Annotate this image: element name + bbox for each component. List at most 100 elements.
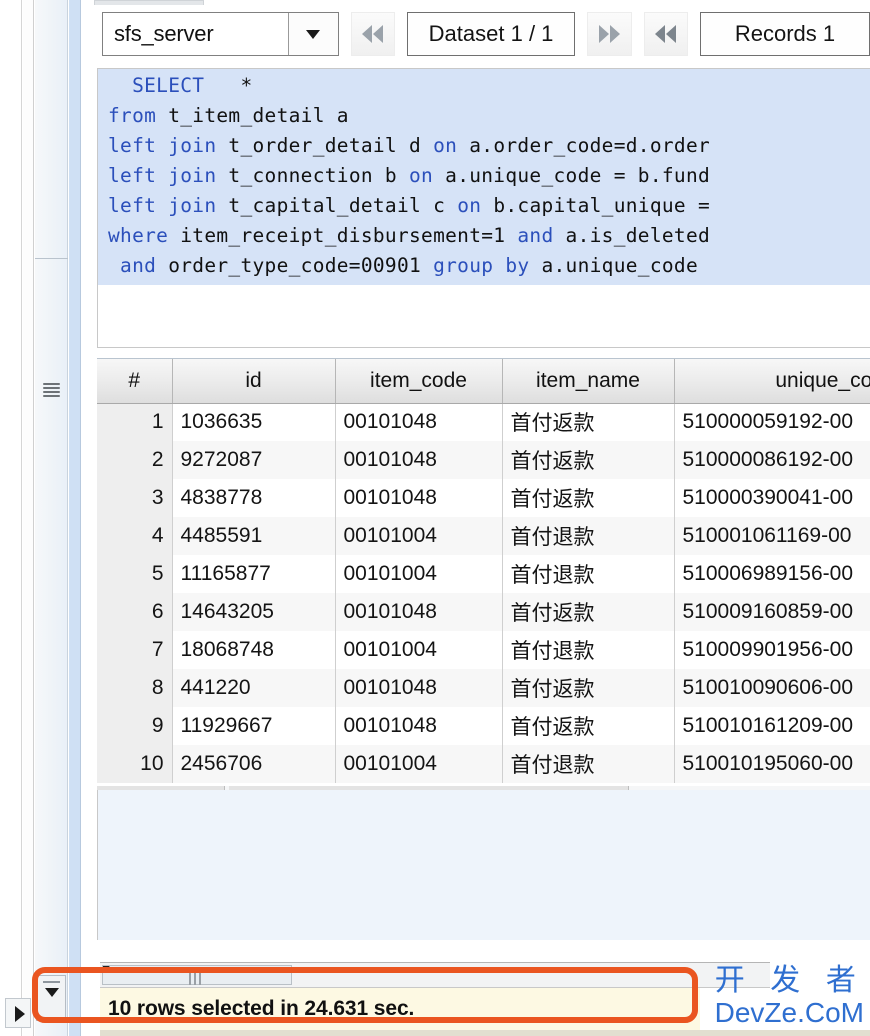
cell-item_name[interactable]: 首付返款 [502,479,674,517]
table-row[interactable]: 51116587700101004首付退款510006989156-00 [97,555,870,593]
cell-item_code[interactable]: 00101048 [335,593,502,631]
cell-item_name[interactable]: 首付退款 [502,555,674,593]
cell-item_code[interactable]: 00101004 [335,555,502,593]
cell-id[interactable]: 18068748 [172,631,335,669]
table-row[interactable]: 10245670600101004首付退款510010195060-00 [97,745,870,783]
left-blue-strip [69,0,81,1036]
cell-item_code[interactable]: 00101004 [335,517,502,555]
previous-dataset-button[interactable] [351,12,395,56]
cell-item_code[interactable]: 00101048 [335,707,502,745]
previous-records-button[interactable] [644,12,688,56]
cell-unique_code[interactable]: 510001061169-00 [674,517,870,555]
table-row[interactable]: 844122000101048首付返款510010090606-00 [97,669,870,707]
cell-unique_code[interactable]: 510010195060-00 [674,745,870,783]
cell-item_name[interactable]: 首付返款 [502,593,674,631]
left-tool-rail[interactable] [35,0,68,1036]
sql-line-3: left join t_order_detail d on a.order_co… [98,131,870,161]
cell-item_name[interactable]: 首付返款 [502,669,674,707]
sql-line-4: left join t_connection b on a.unique_cod… [98,161,870,191]
dataset-indicator[interactable]: Dataset 1 / 1 [407,12,575,56]
cell-unique_code[interactable]: 510000086192-00 [674,441,870,479]
cell-id[interactable]: 9272087 [172,441,335,479]
cell-id[interactable]: 1036635 [172,403,335,441]
worksheet-tab-stub[interactable] [94,0,204,5]
cell-id[interactable]: 14643205 [172,593,335,631]
table-row[interactable]: 91192966700101048首付返款510010161209-00 [97,707,870,745]
table-body[interactable]: 1103663500101048首付返款510000059192-0029272… [97,403,870,783]
table-row[interactable]: 71806874800101004首付退款510009901956-00 [97,631,870,669]
scroll-left-marker-icon [103,966,110,972]
cell-rownum[interactable]: 3 [97,479,172,517]
table-row[interactable]: 1103663500101048首付返款510000059192-00 [97,403,870,441]
cell-item_name[interactable]: 首付返款 [502,441,674,479]
column-header-rownum[interactable]: # [97,359,172,403]
table-row[interactable]: 4448559100101004首付退款510001061169-00 [97,517,870,555]
cell-item_name[interactable]: 首付返款 [502,707,674,745]
connection-select[interactable]: sfs_server [102,12,339,56]
records-label: Records 1 [735,21,835,47]
outer-left-rail [0,0,22,1036]
cell-rownum[interactable]: 7 [97,631,172,669]
cell-item_code[interactable]: 00101048 [335,441,502,479]
expand-panel-button[interactable] [5,998,31,1028]
results-horizontal-scrollbar[interactable] [100,962,770,988]
cell-item_name[interactable]: 首付退款 [502,517,674,555]
cell-rownum[interactable]: 5 [97,555,172,593]
triangle-right-icon [15,1006,25,1022]
cell-rownum[interactable]: 6 [97,593,172,631]
column-header-item_code[interactable]: item_code [335,359,502,403]
column-header-id[interactable]: id [172,359,335,403]
cell-id[interactable]: 4485591 [172,517,335,555]
cell-unique_code[interactable]: 510010161209-00 [674,707,870,745]
column-header-item_name[interactable]: item_name [502,359,674,403]
cell-item_name[interactable]: 首付返款 [502,403,674,441]
chevron-down-icon[interactable] [288,13,338,55]
cell-id[interactable]: 11929667 [172,707,335,745]
cell-id[interactable]: 11165877 [172,555,335,593]
sql-line-1: SELECT * [98,71,870,101]
cell-id[interactable]: 4838778 [172,479,335,517]
cell-item_name[interactable]: 首付退款 [502,631,674,669]
cell-unique_code[interactable]: 510009901956-00 [674,631,870,669]
left-white-strip [82,0,94,1036]
results-toolbar: sfs_server Dataset 1 / 1 [94,8,870,60]
cell-rownum[interactable]: 1 [97,403,172,441]
cell-unique_code[interactable]: 510006989156-00 [674,555,870,593]
cell-rownum[interactable]: 8 [97,669,172,707]
cell-item_code[interactable]: 00101048 [335,669,502,707]
sql-selected-text[interactable]: SELECT *from t_item_detail aleft join t_… [98,69,870,285]
watermark-en: DevZe.CoM [715,999,864,1027]
cell-unique_code[interactable]: 510000390041-00 [674,479,870,517]
cell-rownum[interactable]: 2 [97,441,172,479]
table-row[interactable]: 3483877800101048首付返款510000390041-00 [97,479,870,517]
cell-rownum[interactable]: 4 [97,517,172,555]
cell-id[interactable]: 2456706 [172,745,335,783]
worksheet-pane: sfs_server Dataset 1 / 1 [94,0,870,1036]
cell-unique_code[interactable]: 510000059192-00 [674,403,870,441]
rail-grip-icon[interactable] [43,383,60,397]
cell-item_code[interactable]: 00101004 [335,745,502,783]
cell-item_code[interactable]: 00101004 [335,631,502,669]
sql-editor[interactable]: SELECT *from t_item_detail aleft join t_… [97,68,870,348]
cell-item_code[interactable]: 00101048 [335,479,502,517]
scrollbar-thumb[interactable] [102,965,292,985]
table-row[interactable]: 61464320500101048首付返款510009160859-00 [97,593,870,631]
cell-rownum[interactable]: 9 [97,707,172,745]
results-grid[interactable]: #iditem_codeitem_nameunique_code 1103663… [97,358,870,783]
cell-unique_code[interactable]: 510009160859-00 [674,593,870,631]
left-rail-divider [35,258,68,259]
cell-unique_code[interactable]: 510010090606-00 [674,669,870,707]
status-message: 10 rows selected in 24.631 sec. [108,997,414,1021]
cell-rownum[interactable]: 10 [97,745,172,783]
cell-item_name[interactable]: 首付退款 [502,745,674,783]
records-indicator[interactable]: Records 1 [700,12,870,56]
next-dataset-button[interactable] [587,12,631,56]
cell-item_code[interactable]: 00101048 [335,403,502,441]
column-header-unique_code[interactable]: unique_code [674,359,870,403]
vertical-scroll-down-button[interactable] [36,975,66,1021]
cell-id[interactable]: 441220 [172,669,335,707]
triangle-down-icon [45,988,59,997]
connection-value: sfs_server [103,13,288,55]
sql-client-window: sfs_server Dataset 1 / 1 [0,0,870,1036]
table-row[interactable]: 2927208700101048首付返款510000086192-00 [97,441,870,479]
